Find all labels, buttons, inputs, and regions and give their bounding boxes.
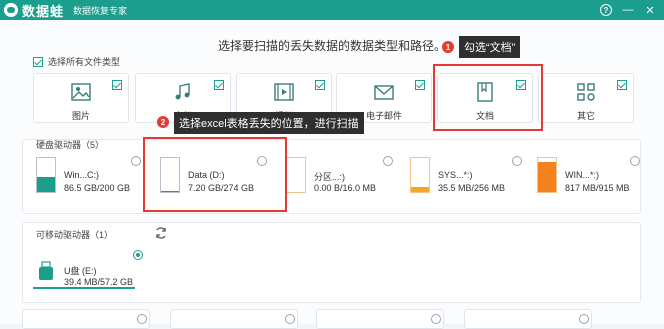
annotation-tip-2: 选择excel表格丢失的位置，进行扫描 [174, 112, 364, 134]
select-all-types[interactable]: 选择所有文件类型 [33, 55, 120, 68]
bottom-card [22, 309, 150, 329]
removable-drives-title: 可移动驱动器（1） [36, 230, 114, 240]
drive-icon [36, 157, 56, 193]
drive-usage-fill [538, 161, 556, 192]
drive-win[interactable]: WIN...*:) 817 MB/915 MB [537, 157, 637, 201]
card-radio[interactable] [285, 314, 295, 324]
drive-radio[interactable] [630, 156, 640, 166]
close-icon: ✕ [645, 4, 655, 17]
type-checkbox[interactable] [617, 80, 627, 90]
drive-sys[interactable]: SYS...*:) 35.5 MB/256 MB [410, 157, 525, 201]
drive-usb[interactable]: U盘 (E:) 39.4 MB/57.2 GB [36, 259, 146, 303]
app-subtitle: 数据恢复专家 [73, 5, 128, 16]
minimize-icon: — [622, 4, 634, 16]
app-name: 数据蛙 [22, 3, 65, 19]
drive-usage-fill [37, 177, 55, 192]
select-all-checkbox[interactable] [33, 56, 43, 67]
highlight-document [433, 64, 543, 131]
drive-partition[interactable]: 分区...:) 0.00 B/16.0 MB [286, 157, 396, 201]
drive-name: Win...C:) [64, 170, 99, 180]
drive-size: 39.4 MB/57.2 GB [64, 277, 134, 287]
drive-radio[interactable] [131, 156, 141, 166]
drive-name: WIN...*:) [565, 170, 599, 180]
drive-size: 35.5 MB/256 MB [438, 183, 506, 193]
highlight-drive-d [143, 137, 287, 212]
usb-drive-icon [39, 261, 53, 280]
drive-size: 0.00 B/16.0 MB [314, 183, 377, 193]
drive-name: SYS...*:) [438, 170, 473, 180]
page-heading: 选择要扫描的丢失数据的数据类型和路径。 [217, 39, 446, 53]
drive-radio-selected[interactable] [133, 250, 143, 260]
bottom-card [464, 309, 592, 329]
step-badge-2: 2 [157, 116, 169, 128]
card-radio[interactable] [431, 314, 441, 324]
title-bar: 数据蛙 数据恢复专家 ? — ✕ [0, 0, 664, 20]
app-logo: 数据蛙 [4, 1, 64, 20]
drive-size: 817 MB/915 MB [565, 183, 630, 193]
frog-logo-icon [4, 3, 18, 17]
drive-name: U盘 (E:) [64, 266, 97, 276]
drive-c[interactable]: Win...C:) 86.5 GB/200 GB [36, 157, 146, 201]
drive-radio[interactable] [512, 156, 522, 166]
other-icon [577, 83, 595, 101]
selected-underline [33, 287, 135, 289]
video-icon [274, 83, 294, 101]
select-all-label: 选择所有文件类型 [48, 57, 121, 67]
minimize-button[interactable]: — [620, 2, 636, 18]
type-checkbox[interactable] [112, 80, 122, 90]
step-badge-1: 1 [442, 41, 454, 53]
refresh-icon[interactable] [154, 226, 168, 240]
music-icon [175, 83, 190, 100]
drive-size: 86.5 GB/200 GB [64, 183, 131, 193]
help-icon: ? [600, 4, 612, 16]
bottom-card [170, 309, 298, 329]
card-radio[interactable] [137, 314, 147, 324]
type-card-other[interactable]: 其它 [538, 73, 634, 123]
card-radio[interactable] [579, 314, 589, 324]
type-checkbox[interactable] [415, 80, 425, 90]
type-checkbox[interactable] [315, 80, 325, 90]
type-label: 其它 [576, 111, 595, 121]
help-button[interactable]: ? [598, 2, 614, 18]
type-label: 图片 [71, 111, 90, 121]
drive-icon [286, 157, 306, 193]
type-card-image[interactable]: 图片 [33, 73, 129, 123]
drive-name: 分区...:) [314, 172, 345, 182]
bottom-card [316, 309, 444, 329]
drive-usage-fill [411, 187, 429, 192]
drive-icon [537, 157, 557, 193]
drive-radio[interactable] [383, 156, 393, 166]
drive-icon [410, 157, 430, 193]
type-checkbox[interactable] [214, 80, 224, 90]
close-button[interactable]: ✕ [642, 2, 658, 18]
annotation-tip-1: 勾选“文档” [459, 36, 521, 58]
email-icon [374, 85, 394, 100]
hard-drives-title: 硬盘驱动器（5） [36, 140, 105, 150]
image-icon [71, 83, 91, 101]
